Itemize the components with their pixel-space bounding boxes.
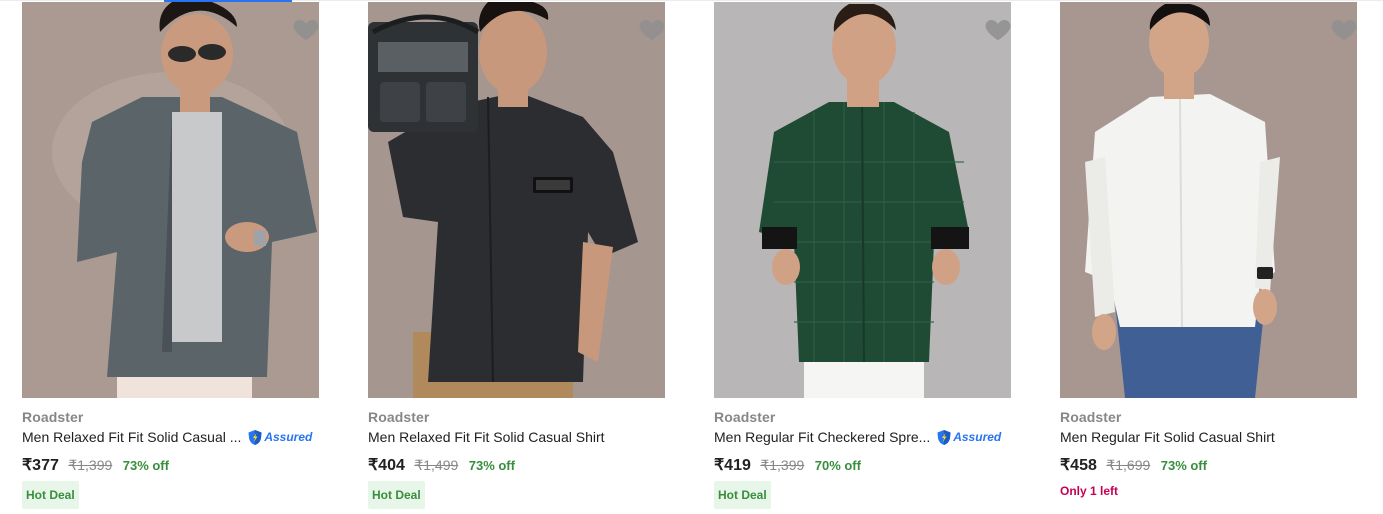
product-grid: Roadster Men Relaxed Fit Fit Solid Casua… xyxy=(22,2,1366,514)
hot-deal-badge: Hot Deal xyxy=(22,481,79,509)
price-row: ₹377 ₹1,399 73% off xyxy=(22,455,169,475)
selling-price: ₹377 xyxy=(22,457,59,474)
product-card[interactable]: Roadster Men Regular Fit Solid Casual Sh… xyxy=(1060,2,1357,514)
selling-price: ₹404 xyxy=(368,457,405,474)
product-image[interactable] xyxy=(22,2,319,398)
original-price: ₹1,399 xyxy=(68,457,113,473)
heart-icon[interactable] xyxy=(983,14,1011,44)
selling-price: ₹419 xyxy=(714,457,751,474)
original-price: ₹1,399 xyxy=(760,457,805,473)
heart-icon[interactable] xyxy=(637,14,665,44)
assured-badge: Assured xyxy=(936,429,1001,446)
brand-name: Roadster xyxy=(1060,409,1122,425)
hot-deal-badge: Hot Deal xyxy=(714,481,771,509)
product-card[interactable]: Roadster Men Relaxed Fit Fit Solid Casua… xyxy=(22,2,319,514)
assured-label: Assured xyxy=(264,430,313,445)
assured-label: Assured xyxy=(953,430,1002,445)
product-title[interactable]: Men Regular Fit Checkered Spre... Assure… xyxy=(714,429,1001,447)
product-title-text: Men Regular Fit Solid Casual Shirt xyxy=(1060,429,1275,445)
product-card[interactable]: Roadster Men Relaxed Fit Fit Solid Casua… xyxy=(368,2,665,514)
heart-icon[interactable] xyxy=(1329,14,1357,44)
discount-percent: 73% off xyxy=(468,458,515,473)
product-title[interactable]: Men Regular Fit Solid Casual Shirt xyxy=(1060,429,1340,445)
product-image[interactable] xyxy=(368,2,665,398)
brand-name: Roadster xyxy=(368,409,430,425)
price-row: ₹458 ₹1,699 73% off xyxy=(1060,455,1207,475)
hot-deal-badge: Hot Deal xyxy=(368,481,425,509)
product-card[interactable]: Roadster Men Regular Fit Checkered Spre.… xyxy=(714,2,1011,514)
discount-percent: 70% off xyxy=(814,458,861,473)
discount-percent: 73% off xyxy=(1160,458,1207,473)
heart-icon[interactable] xyxy=(291,14,319,44)
brand-name: Roadster xyxy=(714,409,776,425)
assured-shield-icon xyxy=(248,429,262,445)
product-title-text: Men Relaxed Fit Fit Solid Casual ... xyxy=(22,429,242,445)
price-row: ₹419 ₹1,399 70% off xyxy=(714,455,861,475)
original-price: ₹1,699 xyxy=(1106,457,1151,473)
discount-percent: 73% off xyxy=(122,458,169,473)
stock-warning: Only 1 left xyxy=(1060,484,1119,498)
price-row: ₹404 ₹1,499 73% off xyxy=(368,455,515,475)
product-image[interactable] xyxy=(1060,2,1357,398)
assured-shield-icon xyxy=(937,429,951,445)
selling-price: ₹458 xyxy=(1060,457,1097,474)
product-title[interactable]: Men Relaxed Fit Fit Solid Casual ... Ass… xyxy=(22,429,312,447)
original-price: ₹1,499 xyxy=(414,457,459,473)
product-title-text: Men Relaxed Fit Fit Solid Casual Shirt xyxy=(368,429,605,445)
brand-name: Roadster xyxy=(22,409,84,425)
product-title-text: Men Regular Fit Checkered Spre... xyxy=(714,429,931,445)
assured-badge: Assured xyxy=(247,429,312,446)
product-image[interactable] xyxy=(714,2,1011,398)
product-title[interactable]: Men Relaxed Fit Fit Solid Casual Shirt xyxy=(368,429,648,445)
